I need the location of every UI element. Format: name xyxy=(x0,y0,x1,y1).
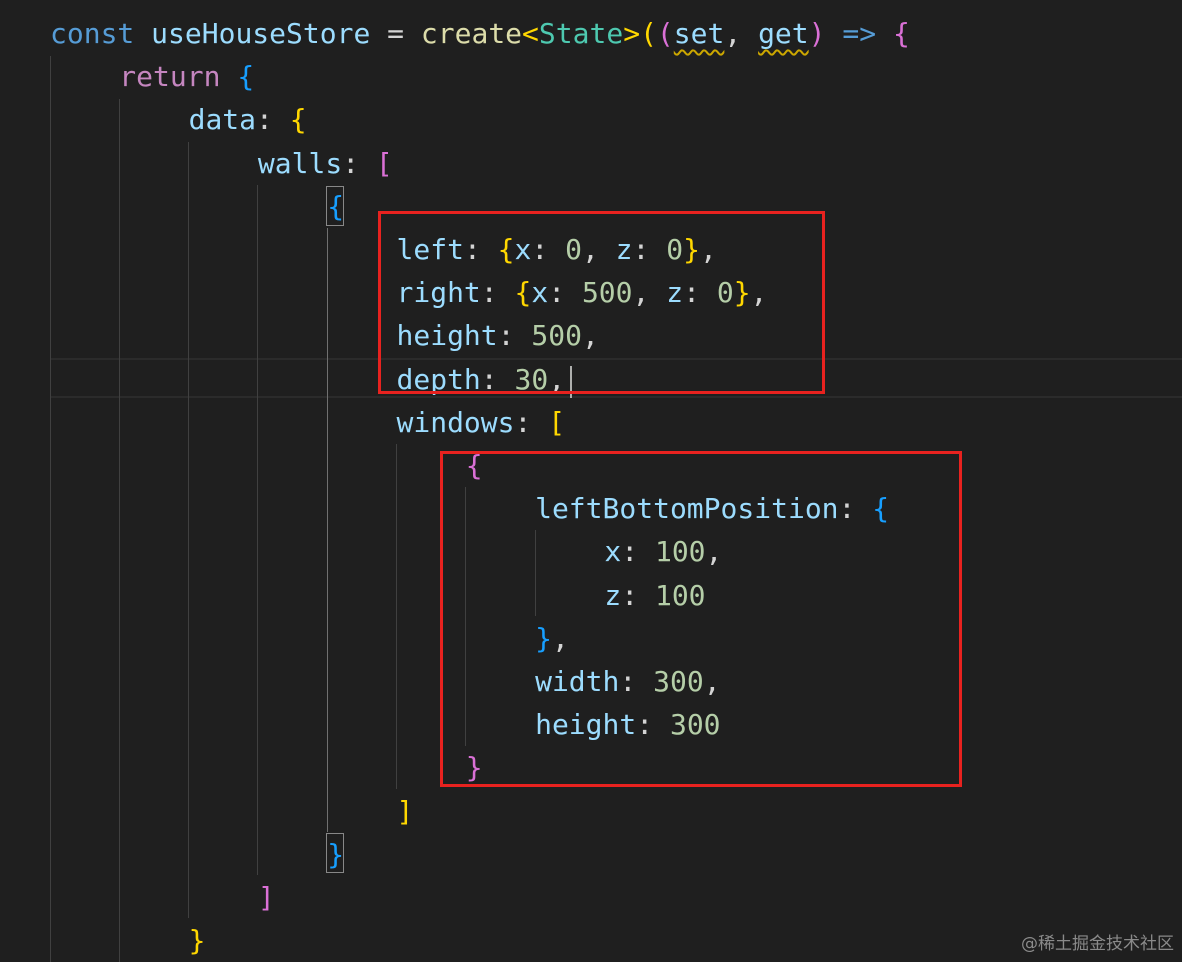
code-token: set xyxy=(673,17,725,50)
code-token: [ xyxy=(375,146,393,180)
annotation-box-window xyxy=(440,451,962,787)
code-token: ( xyxy=(656,17,674,50)
code-token: = xyxy=(370,17,421,50)
indent-guide xyxy=(50,56,51,962)
indent-guide xyxy=(119,99,120,962)
code-token: : xyxy=(342,146,376,180)
code-token: create xyxy=(420,17,523,50)
code-token: , xyxy=(724,17,759,50)
code-line[interactable]: windows: [ xyxy=(397,401,566,444)
code-token: windows xyxy=(396,405,515,439)
indent-guide-active xyxy=(327,228,328,832)
code-token: < xyxy=(522,17,539,50)
code-editor[interactable]: const useHouseStore = create<State>((set… xyxy=(0,0,1182,962)
indent-guide xyxy=(396,444,397,789)
code-token: { xyxy=(289,103,307,137)
code-token: ] xyxy=(396,794,414,828)
code-token: data xyxy=(188,103,257,137)
code-token: walls xyxy=(257,146,343,180)
code-token: const xyxy=(50,17,152,50)
code-token: ( xyxy=(640,17,657,50)
code-line[interactable]: ] xyxy=(258,876,275,919)
code-token: : xyxy=(514,405,549,439)
code-token: { xyxy=(892,17,910,50)
code-token: : xyxy=(256,103,290,137)
watermark: @稀土掘金技术社区 xyxy=(1021,934,1174,954)
code-line[interactable]: data: { xyxy=(189,98,307,141)
code-token: => xyxy=(825,17,893,50)
code-token: ] xyxy=(257,881,275,914)
code-token: State xyxy=(538,17,624,50)
code-token: { xyxy=(327,189,345,223)
indent-guide xyxy=(257,185,258,875)
code-line[interactable]: } xyxy=(189,919,206,962)
code-line[interactable]: const useHouseStore = create<State>((set… xyxy=(50,12,910,55)
code-line[interactable]: } xyxy=(327,833,344,876)
code-token: return xyxy=(119,60,238,94)
code-line[interactable]: return { xyxy=(119,55,254,98)
code-line[interactable]: ] xyxy=(397,790,414,833)
code-token: get xyxy=(758,17,809,50)
annotation-box-wall-props xyxy=(378,211,825,394)
code-line[interactable]: walls: [ xyxy=(258,142,393,185)
code-token: ) xyxy=(808,17,826,50)
code-token: { xyxy=(237,60,255,94)
code-line[interactable]: { xyxy=(327,185,344,228)
code-token: } xyxy=(188,924,206,958)
code-token: } xyxy=(327,837,345,871)
code-token: > xyxy=(623,17,641,50)
code-token: useHouseStore xyxy=(151,17,371,50)
code-token: [ xyxy=(548,405,566,439)
indent-guide xyxy=(188,142,189,918)
